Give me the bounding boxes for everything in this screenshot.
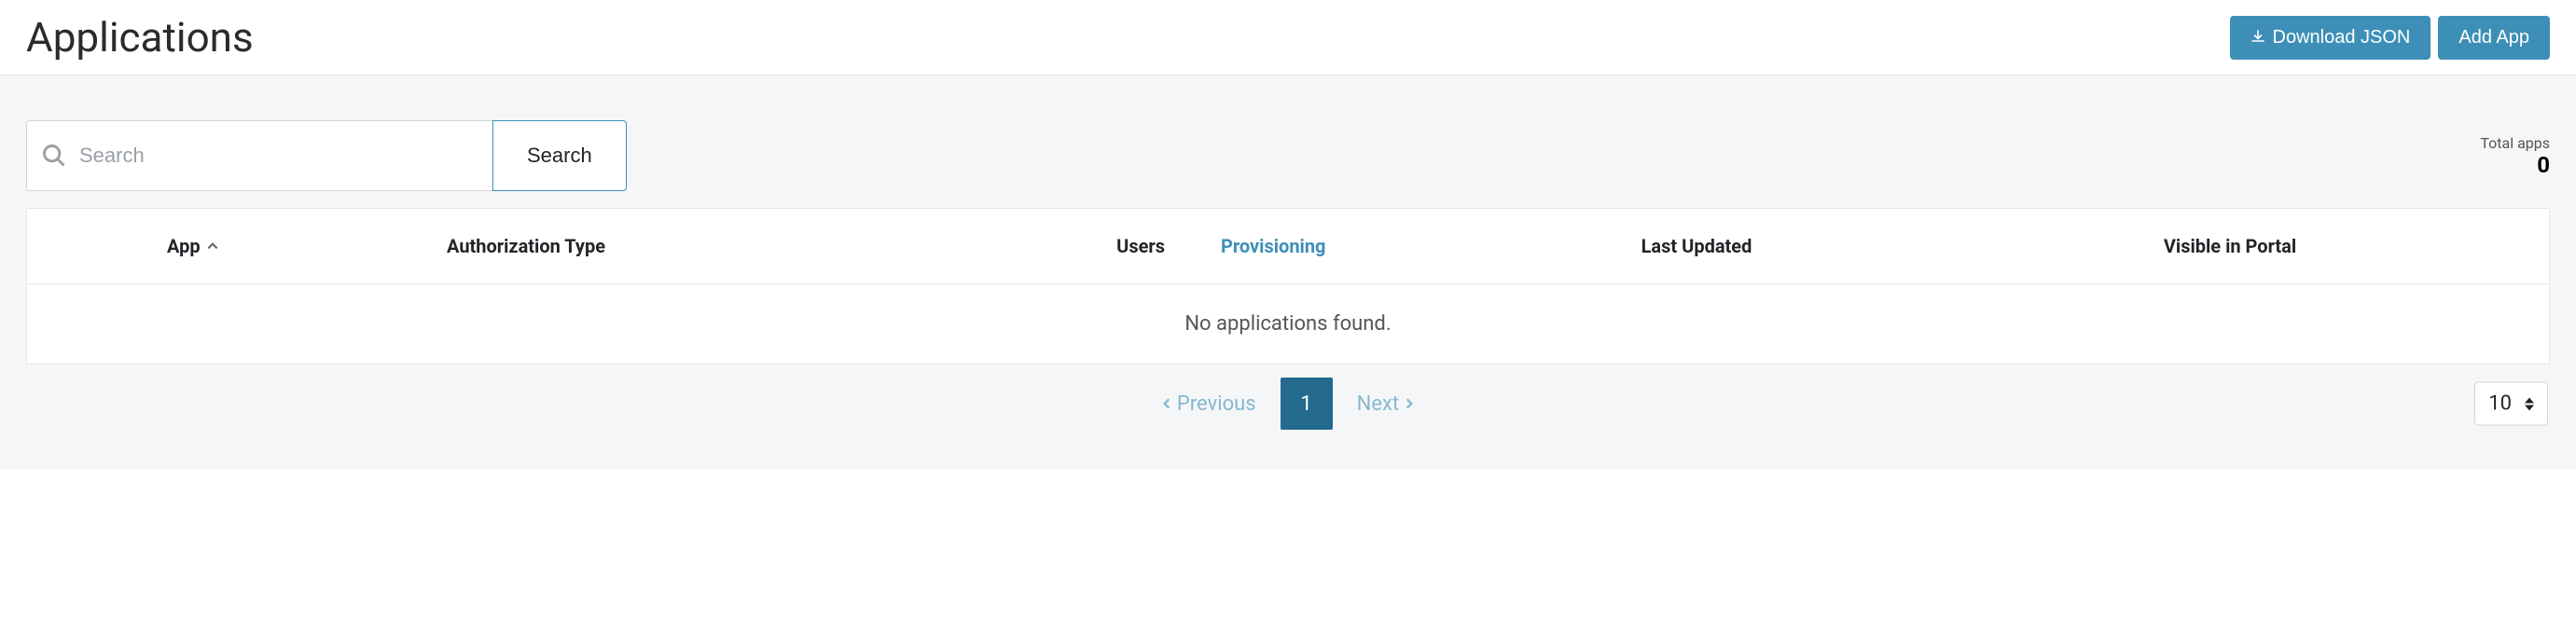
column-header-visible-in-portal[interactable]: Visible in Portal [1911, 235, 2549, 257]
page-size-selector[interactable]: 10 [2474, 382, 2548, 426]
empty-state-message: No applications found. [27, 284, 2549, 364]
column-header-provisioning[interactable]: Provisioning [1221, 235, 1482, 257]
column-app-label: App [167, 235, 201, 257]
search-icon [41, 143, 67, 169]
pagination-previous[interactable]: Previous [1160, 392, 1256, 416]
pagination-next-label: Next [1357, 392, 1399, 416]
add-app-label: Add App [2458, 27, 2529, 48]
download-json-button[interactable]: Download JSON [2230, 16, 2431, 60]
search-input[interactable] [26, 120, 492, 191]
page-header: Applications Download JSON Add App [0, 0, 2576, 76]
column-header-authorization-type[interactable]: Authorization Type [279, 235, 717, 257]
column-header-app[interactable]: App [27, 235, 279, 257]
pagination: Previous 1 Next [1160, 378, 1416, 430]
search-button[interactable]: Search [492, 120, 627, 191]
table-header-row: App Authorization Type Users Provisionin… [27, 209, 2549, 284]
page-size-value: 10 [2488, 392, 2512, 416]
header-actions: Download JSON Add App [2230, 16, 2550, 60]
search-wrapper [26, 120, 492, 191]
pagination-next[interactable]: Next [1357, 392, 1416, 416]
page-title: Applications [26, 13, 254, 62]
pagination-previous-label: Previous [1177, 392, 1256, 416]
content-area: Search Total apps 0 App Authorization Ty… [0, 76, 2576, 469]
chevron-right-icon [1403, 392, 1416, 416]
total-apps-count: 0 [2480, 152, 2550, 178]
total-apps-label: Total apps [2480, 134, 2550, 152]
sort-ascending-icon [206, 240, 219, 253]
applications-table: App Authorization Type Users Provisionin… [26, 208, 2550, 364]
chevron-left-icon [1160, 392, 1173, 416]
toolbar-row: Search Total apps 0 [26, 120, 2550, 191]
add-app-button[interactable]: Add App [2438, 16, 2550, 60]
column-header-last-updated[interactable]: Last Updated [1482, 235, 1911, 257]
download-icon [2251, 30, 2265, 45]
stepper-arrows-icon [2525, 396, 2534, 411]
column-header-users[interactable]: Users [717, 235, 1221, 257]
table-footer: Previous 1 Next 10 [26, 364, 2550, 443]
search-group: Search [26, 120, 627, 191]
total-apps: Total apps 0 [2480, 134, 2550, 178]
pagination-current-page[interactable]: 1 [1281, 378, 1333, 430]
download-json-label: Download JSON [2273, 27, 2411, 48]
